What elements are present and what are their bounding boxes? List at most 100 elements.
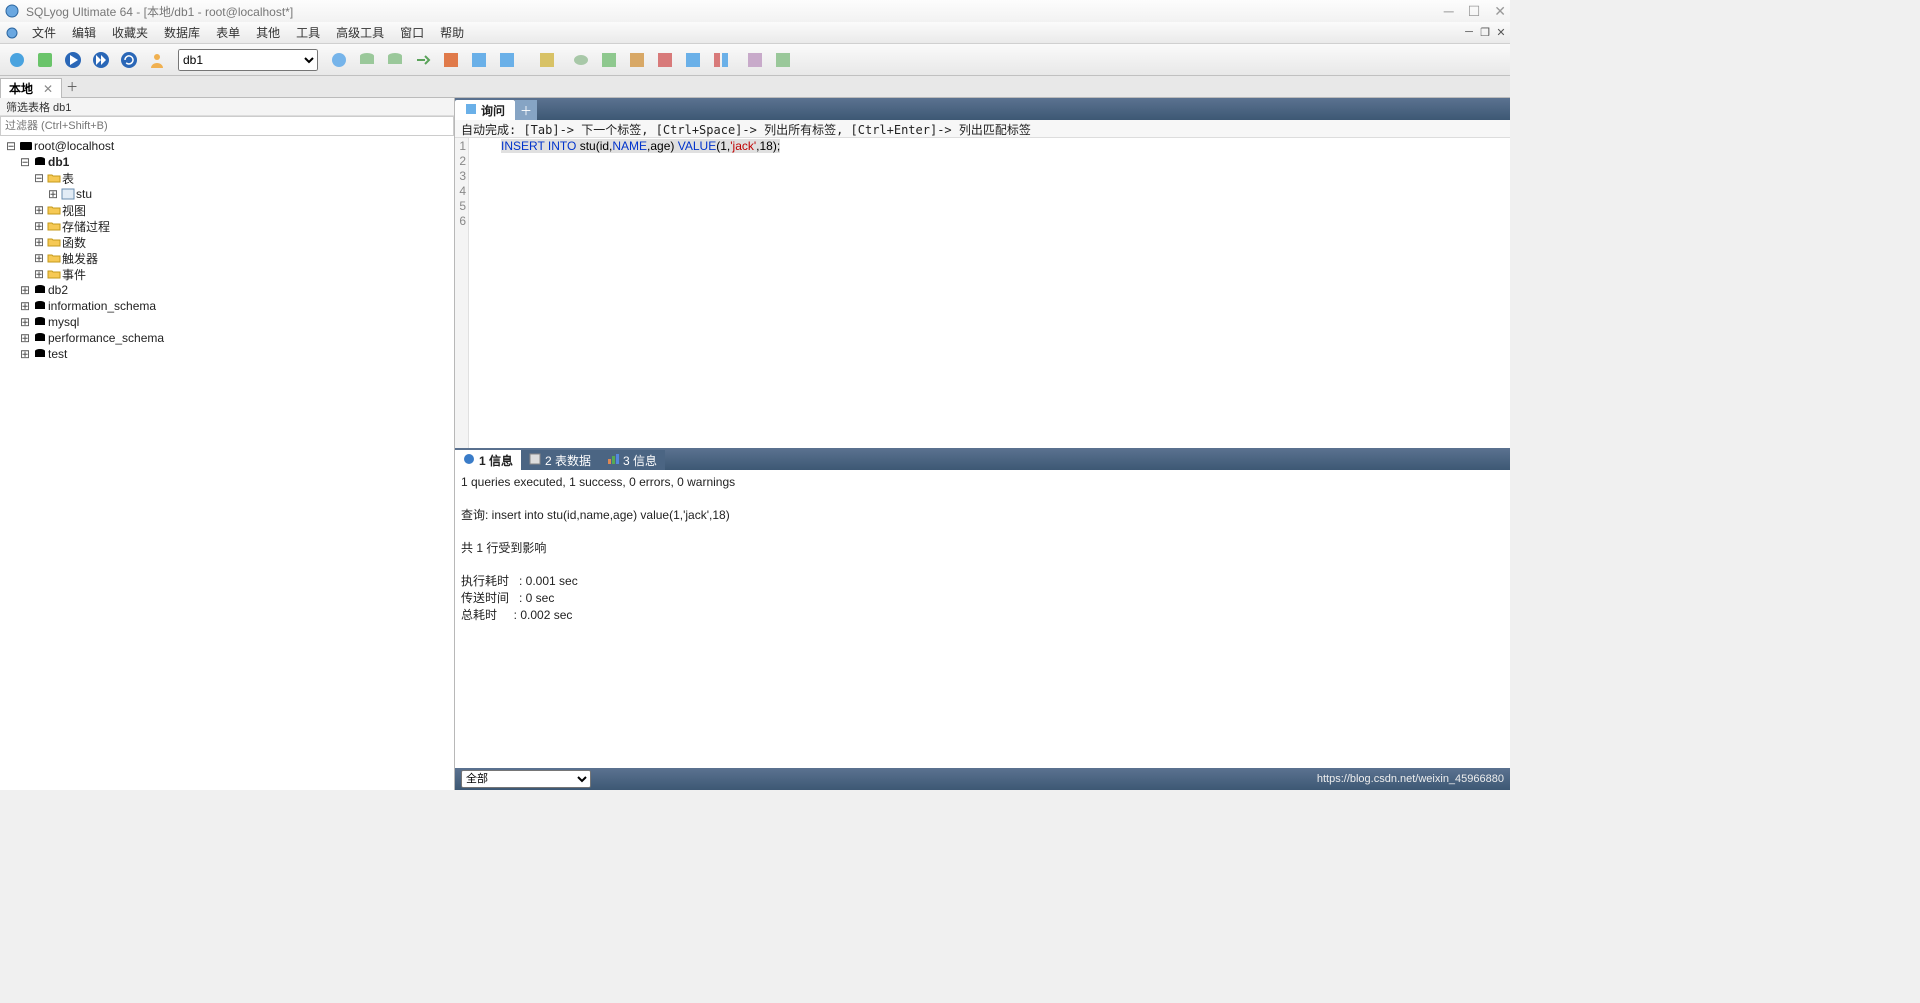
menu-file[interactable]: 文件 bbox=[24, 22, 64, 43]
tree-triggers[interactable]: ⊞触发器 bbox=[4, 250, 450, 266]
title-bar: SQLyog Ultimate 64 - [本地/db1 - root@loca… bbox=[0, 0, 1510, 22]
refresh-button[interactable] bbox=[116, 47, 142, 73]
menu-tools[interactable]: 工具 bbox=[288, 22, 328, 43]
tree-label: 事件 bbox=[62, 266, 86, 283]
menu-window[interactable]: 窗口 bbox=[392, 22, 432, 43]
execute-query-button[interactable] bbox=[60, 47, 86, 73]
tree-views[interactable]: ⊞视图 bbox=[4, 202, 450, 218]
menu-edit[interactable]: 编辑 bbox=[64, 22, 104, 43]
server-icon bbox=[18, 139, 34, 153]
tree-procedures[interactable]: ⊞存储过程 bbox=[4, 218, 450, 234]
new-connection-button[interactable] bbox=[4, 47, 30, 73]
tree-mysql[interactable]: ⊞mysql bbox=[4, 314, 450, 330]
tree-root-connection[interactable]: ⊟root@localhost bbox=[4, 138, 450, 154]
tool-btn-6[interactable] bbox=[466, 47, 492, 73]
result-messages[interactable]: 1 queries executed, 1 success, 0 errors,… bbox=[455, 470, 1510, 768]
mdi-minimize-button[interactable]: ─ bbox=[1462, 26, 1476, 39]
execute-all-button[interactable] bbox=[88, 47, 114, 73]
result-tab-bar: 1 信息 2 表数据 3 信息 bbox=[455, 448, 1510, 470]
connection-tab-label: 本地 bbox=[9, 80, 33, 97]
line-number: 2 bbox=[455, 154, 466, 169]
sql-keyword: INSERT INTO bbox=[501, 139, 576, 153]
line-number: 1 bbox=[455, 139, 466, 154]
database-icon bbox=[32, 155, 48, 169]
tree-label: 存储过程 bbox=[62, 218, 110, 235]
query-tab-bar: 询问 ＋ bbox=[455, 98, 1510, 120]
minimize-button[interactable]: ─ bbox=[1444, 3, 1454, 20]
menu-adv-tools[interactable]: 高级工具 bbox=[328, 22, 392, 43]
tree-label: stu bbox=[76, 187, 92, 201]
sql-number: 1 bbox=[720, 139, 727, 153]
new-query-button[interactable] bbox=[32, 47, 58, 73]
tree-tables[interactable]: ⊟表 bbox=[4, 170, 450, 186]
result-tab-tabledata[interactable]: 2 表数据 bbox=[521, 450, 599, 470]
tool-btn-10[interactable] bbox=[596, 47, 622, 73]
mdi-restore-button[interactable]: ❐ bbox=[1478, 26, 1492, 39]
result-line: 1 queries executed, 1 success, 0 errors,… bbox=[461, 475, 735, 489]
database-icon bbox=[32, 347, 48, 361]
add-connection-tab-button[interactable]: ＋ bbox=[62, 76, 82, 97]
folder-icon bbox=[46, 171, 62, 185]
tool-btn-13[interactable] bbox=[680, 47, 706, 73]
sql-editor[interactable]: 1 2 3 4 5 6 INSERT INTO stu(id,NAME,age)… bbox=[455, 138, 1510, 448]
tree-table-stu[interactable]: ⊞stu bbox=[4, 186, 450, 202]
tool-btn-11[interactable] bbox=[624, 47, 650, 73]
maximize-button[interactable]: ☐ bbox=[1468, 3, 1481, 20]
tree-db2[interactable]: ⊞db2 bbox=[4, 282, 450, 298]
tree-label: db1 bbox=[48, 155, 69, 169]
tree-events[interactable]: ⊞事件 bbox=[4, 266, 450, 282]
close-button[interactable]: ✕ bbox=[1494, 3, 1506, 20]
filter-input[interactable] bbox=[0, 116, 454, 136]
query-tab[interactable]: 询问 bbox=[455, 100, 515, 120]
close-connection-tab-button[interactable]: ✕ bbox=[43, 82, 53, 96]
tree-label: db2 bbox=[48, 283, 68, 297]
database-icon bbox=[32, 283, 48, 297]
sql-code[interactable]: INSERT INTO stu(id,NAME,age) VALUE(1,'ja… bbox=[469, 138, 1510, 448]
database-icon bbox=[32, 315, 48, 329]
tool-btn-15[interactable] bbox=[742, 47, 768, 73]
menu-other[interactable]: 其他 bbox=[248, 22, 288, 43]
folder-icon bbox=[46, 203, 62, 217]
app-logo-icon bbox=[4, 3, 20, 19]
sql-text: ,age) bbox=[647, 139, 678, 153]
tool-btn-4[interactable] bbox=[410, 47, 436, 73]
tool-btn-9[interactable] bbox=[568, 47, 594, 73]
filter-tables-label: 筛选表格 db1 bbox=[0, 98, 454, 116]
sql-string: 'jack' bbox=[730, 139, 756, 153]
tool-btn-5[interactable] bbox=[438, 47, 464, 73]
connection-tab-local[interactable]: 本地 ✕ bbox=[0, 78, 62, 98]
user-manager-button[interactable] bbox=[144, 47, 170, 73]
tool-btn-1[interactable] bbox=[326, 47, 352, 73]
tool-btn-7[interactable] bbox=[494, 47, 520, 73]
result-total-val: 0.002 sec bbox=[520, 608, 572, 622]
query-tab-icon bbox=[465, 103, 477, 118]
tool-btn-14[interactable] bbox=[708, 47, 734, 73]
result-affected: 共 1 行受到影响 bbox=[461, 541, 546, 555]
line-number: 4 bbox=[455, 184, 466, 199]
tree-db1[interactable]: ⊟db1 bbox=[4, 154, 450, 170]
tool-btn-2[interactable] bbox=[354, 47, 380, 73]
tree-perf-schema[interactable]: ⊞performance_schema bbox=[4, 330, 450, 346]
tool-btn-16[interactable] bbox=[770, 47, 796, 73]
database-selector[interactable]: db1 bbox=[178, 49, 318, 71]
tree-test[interactable]: ⊞test bbox=[4, 346, 450, 362]
result-tab-info[interactable]: 3 信息 bbox=[599, 450, 665, 470]
tree-functions[interactable]: ⊞函数 bbox=[4, 234, 450, 250]
tool-btn-8[interactable] bbox=[534, 47, 560, 73]
menu-database[interactable]: 数据库 bbox=[156, 22, 208, 43]
mdi-close-button[interactable]: ✕ bbox=[1494, 26, 1508, 39]
schema-tree[interactable]: ⊟root@localhost ⊟db1 ⊟表 ⊞stu ⊞视图 ⊞存储过程 ⊞… bbox=[0, 136, 454, 790]
status-filter-select[interactable]: 全部 bbox=[461, 770, 591, 788]
sql-text: ); bbox=[773, 139, 780, 153]
tree-label: 视图 bbox=[62, 202, 86, 219]
menu-favorites[interactable]: 收藏夹 bbox=[104, 22, 156, 43]
tool-btn-12[interactable] bbox=[652, 47, 678, 73]
result-query-text: insert into stu(id,name,age) value(1,'ja… bbox=[492, 508, 730, 522]
result-tab-messages[interactable]: 1 信息 bbox=[455, 450, 521, 470]
menu-help[interactable]: 帮助 bbox=[432, 22, 472, 43]
tree-info-schema[interactable]: ⊞information_schema bbox=[4, 298, 450, 314]
folder-icon bbox=[46, 251, 62, 265]
tool-btn-3[interactable] bbox=[382, 47, 408, 73]
add-query-tab-button[interactable]: ＋ bbox=[515, 100, 537, 120]
menu-table[interactable]: 表单 bbox=[208, 22, 248, 43]
